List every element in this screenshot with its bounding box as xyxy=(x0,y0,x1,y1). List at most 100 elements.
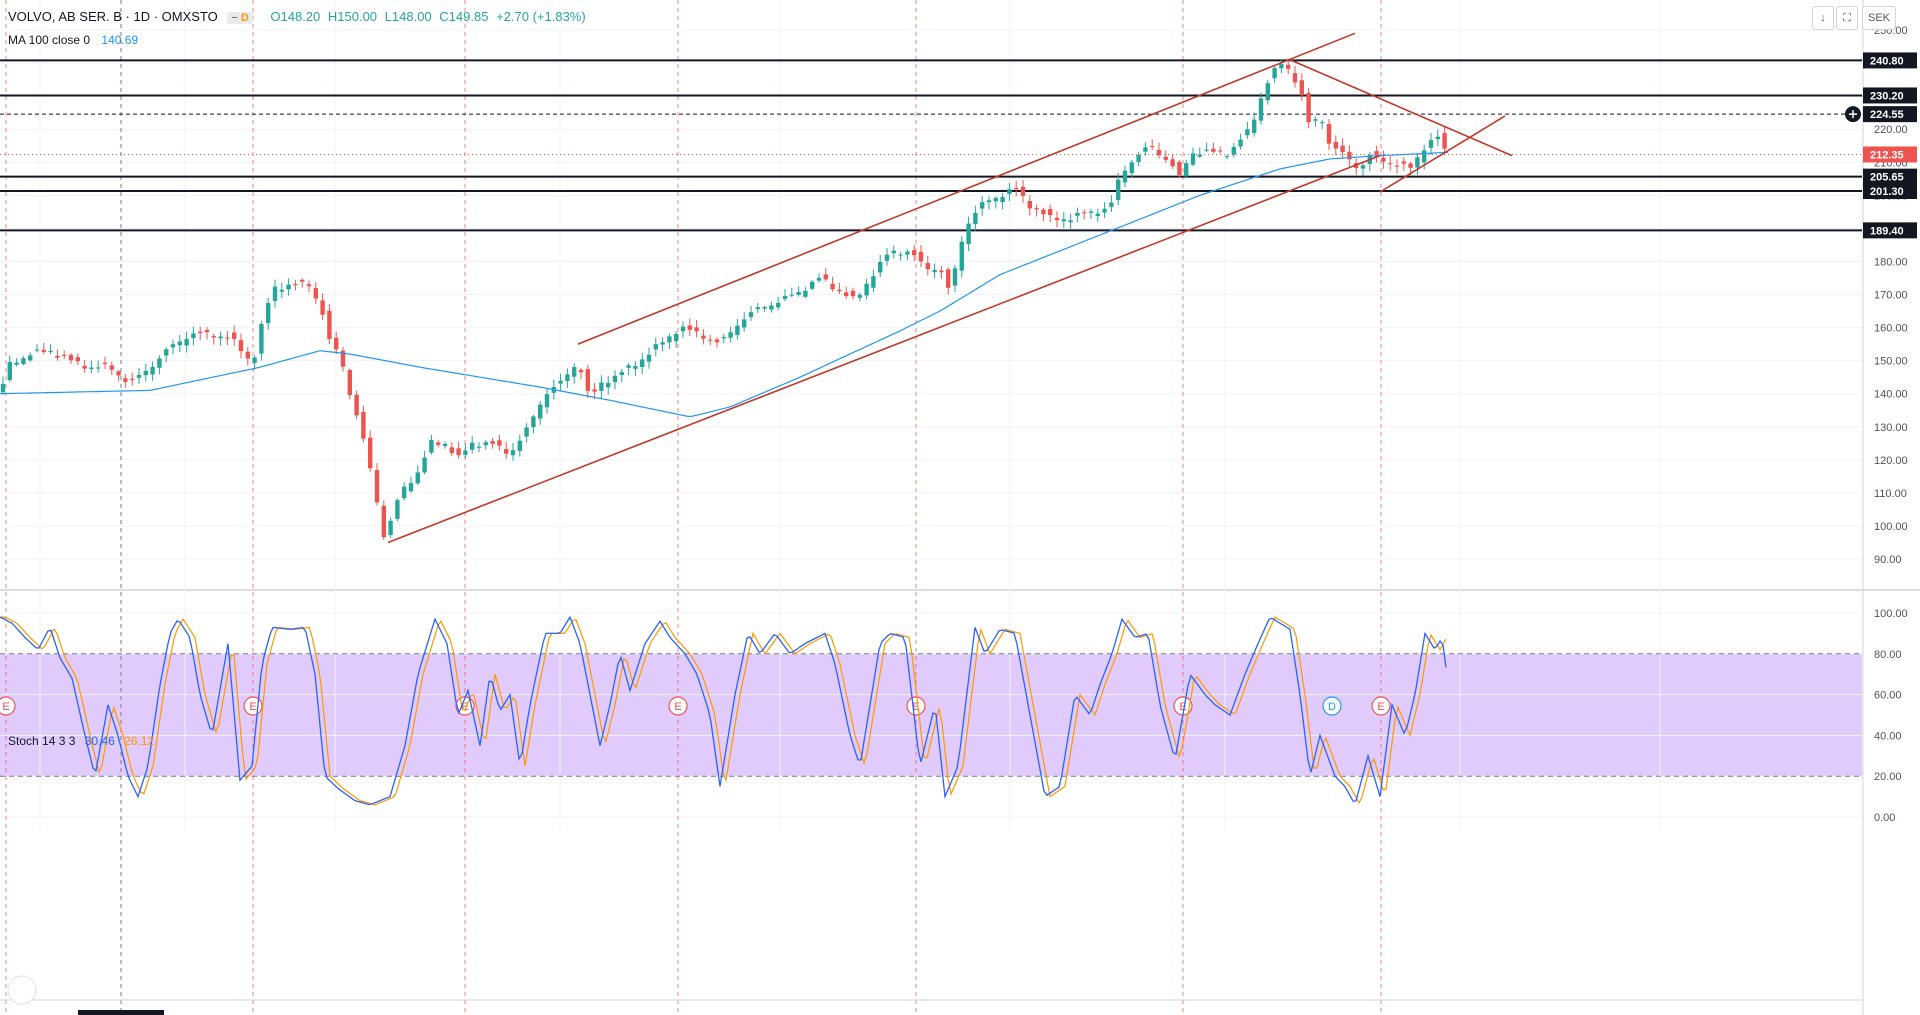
candle-body xyxy=(531,416,536,428)
candle-body xyxy=(782,296,788,299)
chart-settings-button[interactable] xyxy=(7,975,37,1005)
candle-body xyxy=(102,362,108,365)
candle-body xyxy=(640,359,645,367)
currency-button[interactable]: SEK xyxy=(1862,6,1896,30)
price-tick-label: 170.00 xyxy=(1874,290,1908,302)
candle-body xyxy=(381,505,386,538)
candle-body xyxy=(857,294,862,298)
candle-body xyxy=(850,290,856,297)
candle-body xyxy=(1177,161,1182,175)
ma-value: 140.69 xyxy=(101,33,139,47)
candle-body xyxy=(361,412,366,439)
level-price-label: 189.40 xyxy=(1870,225,1904,237)
candle-body xyxy=(517,440,522,451)
candle-body xyxy=(96,367,101,369)
stoch-tick-label: 40.00 xyxy=(1874,730,1902,742)
ma-label: MA 100 close 0 xyxy=(8,33,91,47)
candle-body xyxy=(320,300,325,315)
candle-body xyxy=(1116,179,1121,200)
chart-canvas[interactable]: 250.00240.00230.00220.00210.00200.00190.… xyxy=(0,0,1920,1015)
candle-body xyxy=(408,483,414,492)
stoch-tick-label: 0.00 xyxy=(1874,812,1895,824)
candle-body xyxy=(1442,133,1447,149)
candle-body xyxy=(1020,186,1026,196)
candle-body xyxy=(1048,209,1053,216)
candle-body xyxy=(891,250,896,254)
candle-body xyxy=(1231,147,1236,155)
candle-body xyxy=(1306,93,1311,123)
candle-body xyxy=(1292,73,1298,83)
candle-body xyxy=(1320,122,1325,124)
candle-body xyxy=(871,276,876,288)
candle-body xyxy=(1245,129,1250,136)
candle-body xyxy=(211,336,216,338)
candle-body xyxy=(1136,154,1141,162)
candle-body xyxy=(612,375,618,383)
interval-badge[interactable]: − D xyxy=(227,12,253,24)
candle-body xyxy=(14,362,19,365)
candle-body xyxy=(374,470,380,503)
candle-body xyxy=(626,365,631,368)
candle-body xyxy=(184,339,189,346)
candle-body xyxy=(946,269,951,288)
candle-body xyxy=(912,250,917,256)
candle-body xyxy=(442,443,448,446)
currency-label: SEK xyxy=(1867,12,1890,24)
candle-body xyxy=(415,472,420,484)
ohlc-close: C149.85 xyxy=(439,9,489,24)
candle-body xyxy=(565,374,570,381)
candle-body xyxy=(483,442,488,446)
candle-body xyxy=(742,319,747,328)
candle-body xyxy=(1041,209,1046,215)
candle-body xyxy=(939,270,944,273)
stoch-legend[interactable]: Stoch 14 3 3 30.46 26.12 xyxy=(8,734,154,748)
candle-body xyxy=(823,274,828,280)
ohlc-low: L148.00 xyxy=(384,9,432,24)
candle-body xyxy=(136,374,142,378)
candle-body xyxy=(1286,64,1291,69)
candle-body xyxy=(1408,163,1413,168)
candle-body xyxy=(694,327,699,332)
stoch-tick-label: 80.00 xyxy=(1874,649,1902,661)
ohlc-change: +2.70 (+1.83%) xyxy=(496,9,586,24)
level-price-label: 230.20 xyxy=(1870,90,1904,102)
candle-body xyxy=(68,354,74,361)
candle-body xyxy=(844,292,849,297)
candle-body xyxy=(572,367,577,377)
price-tick-label: 220.00 xyxy=(1874,124,1908,136)
candle-body xyxy=(1422,150,1427,163)
candle-body xyxy=(1007,189,1012,194)
level-price-label: 240.80 xyxy=(1870,55,1904,67)
symbol-title[interactable]: VOLVO, AB SER. B · 1D · OMXSTO xyxy=(8,9,218,24)
candle-body xyxy=(150,366,155,375)
candle-body xyxy=(143,370,148,376)
scroll-down-button[interactable]: ↓ xyxy=(1812,6,1834,30)
candle-body xyxy=(1156,149,1162,156)
candle-body xyxy=(1000,196,1005,203)
candle-body xyxy=(1197,154,1202,157)
fullscreen-icon: ⛶ xyxy=(1843,12,1851,24)
stoch-tick-label: 60.00 xyxy=(1874,690,1902,702)
candle-body xyxy=(48,350,53,352)
price-tick-label: 140.00 xyxy=(1874,389,1908,401)
candle-body xyxy=(898,254,903,256)
ohlc-open: O148.20 xyxy=(270,9,321,24)
candle-body xyxy=(1211,148,1216,152)
price-tick-label: 100.00 xyxy=(1874,521,1908,533)
symbol-header: VOLVO, AB SER. B · 1D · OMXSTO − D O148.2… xyxy=(8,9,586,24)
candle-body xyxy=(810,281,815,289)
candle-body xyxy=(1075,213,1080,216)
time-axis-highlight xyxy=(78,1010,164,1015)
candle-body xyxy=(592,389,597,392)
ma-legend[interactable]: MA 100 close 0 140.69 xyxy=(8,33,138,47)
candle-body xyxy=(191,333,196,338)
candle-body xyxy=(198,331,203,333)
candle-body xyxy=(395,500,400,519)
price-tick-label: 90.00 xyxy=(1874,554,1902,566)
event-marker-label: E xyxy=(2,701,9,713)
candle-body xyxy=(164,349,169,356)
fullscreen-button[interactable]: ⛶ xyxy=(1836,6,1858,30)
candle-body xyxy=(1190,153,1196,165)
level-price-label: 201.30 xyxy=(1870,186,1904,198)
candle-body xyxy=(959,241,964,271)
